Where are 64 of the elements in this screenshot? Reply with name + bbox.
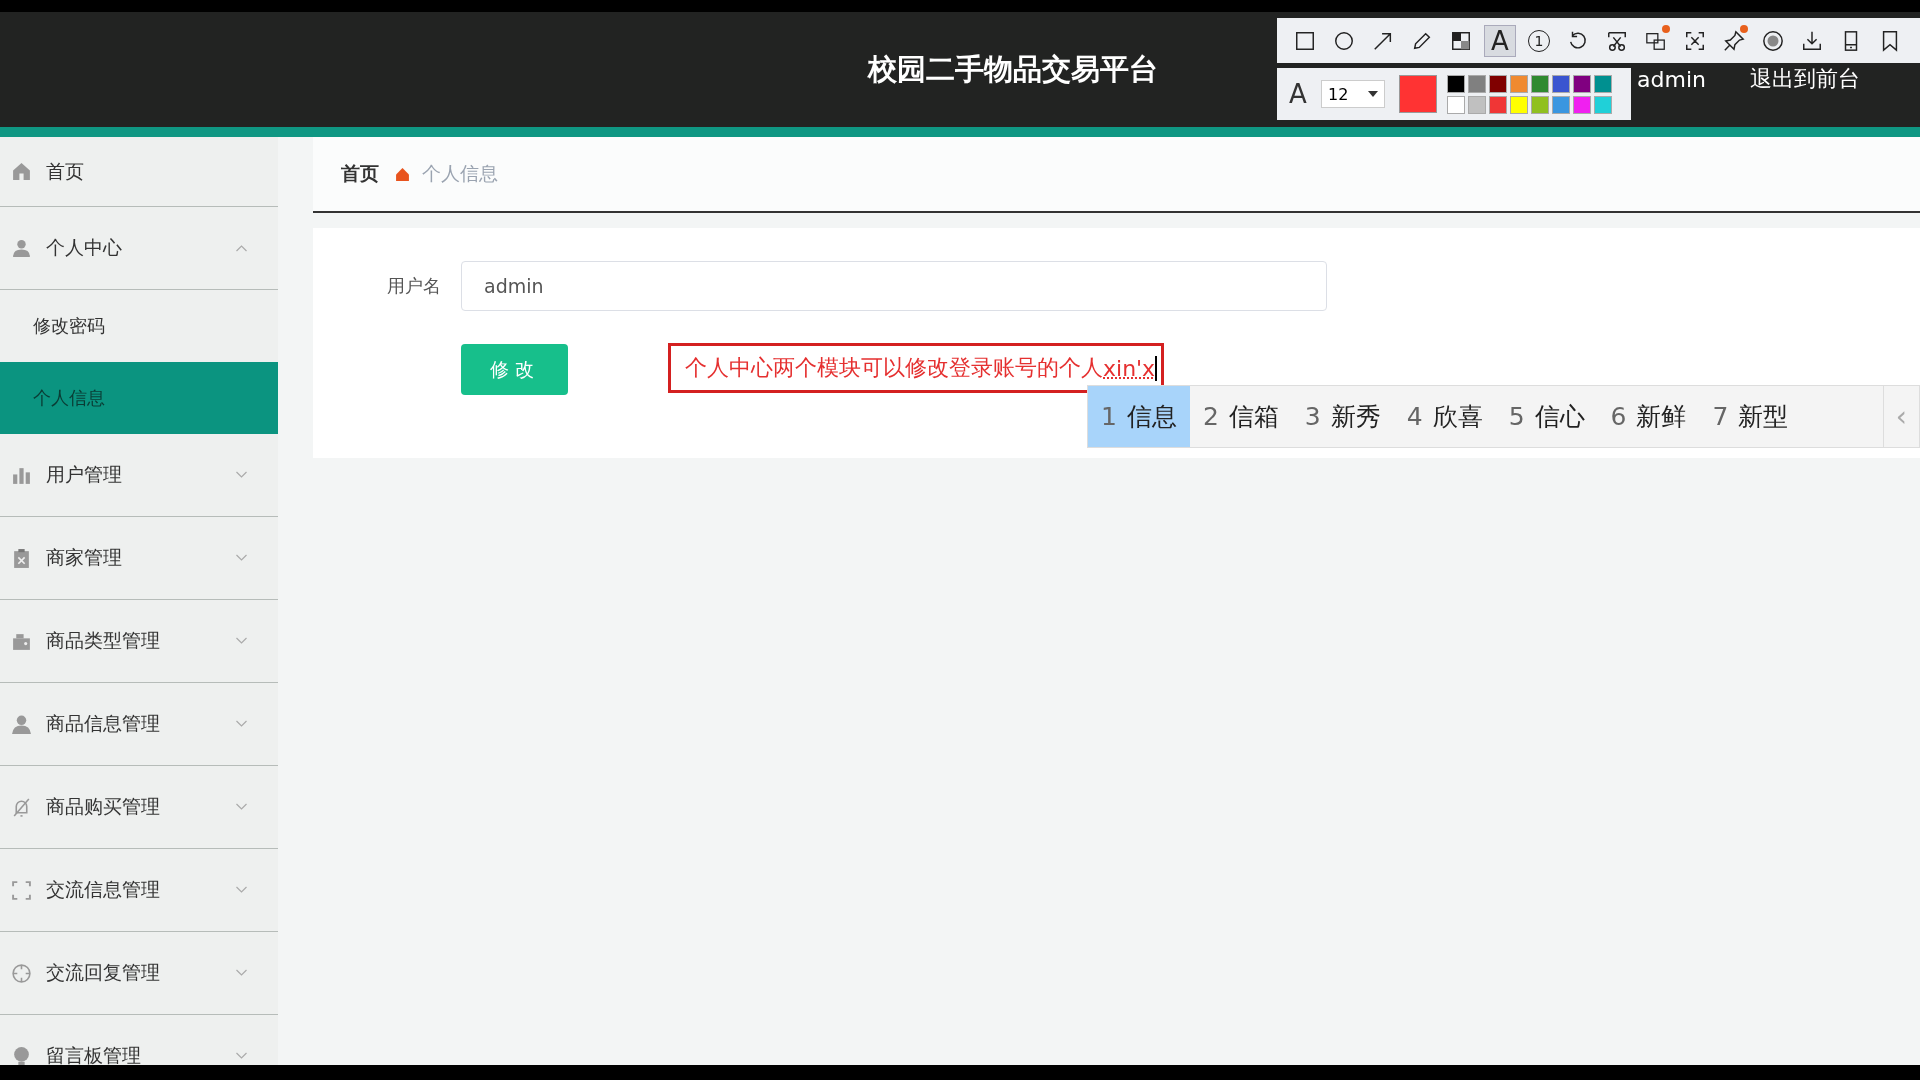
username-field[interactable]: admin bbox=[461, 261, 1327, 311]
color-swatch[interactable] bbox=[1531, 74, 1549, 93]
caret-icon bbox=[1368, 91, 1378, 97]
user-icon bbox=[11, 237, 32, 259]
font-size-dropdown[interactable]: 12 bbox=[1321, 80, 1385, 108]
color-swatch[interactable] bbox=[1594, 74, 1612, 93]
ime-candidate[interactable]: 1 信息 bbox=[1088, 386, 1190, 447]
field-label: 用户名 bbox=[386, 274, 442, 298]
color-swatch[interactable] bbox=[1510, 74, 1528, 93]
tool-button[interactable]: 1 bbox=[1523, 24, 1555, 57]
menu-item[interactable]: 商品类型管理 bbox=[0, 600, 278, 683]
circle-icon bbox=[1333, 29, 1355, 52]
menu-item[interactable]: 交流信息管理 bbox=[0, 849, 278, 932]
color-swatch[interactable] bbox=[1552, 74, 1570, 93]
header-link[interactable]: 退出到前台 bbox=[1750, 64, 1860, 94]
pin-icon bbox=[1723, 29, 1745, 52]
menu-item[interactable]: 商家管理 bbox=[0, 517, 278, 600]
download-icon bbox=[1801, 29, 1823, 52]
scan-icon bbox=[1684, 29, 1706, 52]
menu-item[interactable]: 交流回复管理 bbox=[0, 932, 278, 1015]
color-swatch[interactable] bbox=[1447, 74, 1465, 93]
color-swatch[interactable] bbox=[1573, 95, 1591, 114]
ime-candidate[interactable]: 4 欣喜 bbox=[1393, 386, 1496, 447]
color-swatch[interactable] bbox=[1594, 95, 1612, 114]
frame-icon bbox=[11, 879, 32, 901]
font-size-icon: A bbox=[1289, 79, 1311, 109]
menu-item[interactable]: 个人中心 bbox=[0, 207, 278, 290]
home-icon bbox=[11, 161, 32, 182]
record-icon bbox=[1762, 29, 1784, 52]
checker-icon bbox=[1450, 29, 1472, 52]
ime-candidate[interactable]: 2 信箱 bbox=[1189, 386, 1292, 447]
ime-candidate[interactable]: 5 信心 bbox=[1495, 386, 1598, 447]
person-icon bbox=[11, 713, 32, 735]
site-title: 校园二手物品交易平台 bbox=[868, 50, 1158, 88]
house-icon bbox=[395, 166, 410, 182]
undo-icon bbox=[1567, 29, 1589, 52]
color-swatch[interactable] bbox=[1573, 74, 1591, 93]
user-name: admin bbox=[1637, 66, 1706, 92]
menu-item[interactable]: 商品信息管理 bbox=[0, 683, 278, 766]
menu-item[interactable]: 用户管理 bbox=[0, 434, 278, 517]
color-swatch[interactable] bbox=[1447, 95, 1465, 114]
ime-candidate[interactable]: 6 新鲜 bbox=[1597, 386, 1700, 447]
clipboard-icon bbox=[11, 547, 32, 569]
color-swatch[interactable] bbox=[1552, 95, 1570, 114]
color-swatch[interactable] bbox=[1468, 95, 1486, 114]
ime-candidate[interactable]: 3 新秀 bbox=[1291, 386, 1394, 447]
crosshair-icon bbox=[11, 962, 32, 984]
scissors-icon bbox=[1606, 29, 1628, 52]
color-swatch[interactable] bbox=[1489, 95, 1507, 114]
bell-off-icon bbox=[11, 796, 32, 818]
ime-candidate[interactable]: 7 新型 bbox=[1699, 386, 1802, 447]
color-swatch[interactable] bbox=[1489, 74, 1507, 93]
square-icon bbox=[1294, 29, 1316, 52]
tool-button[interactable]: A bbox=[1484, 24, 1516, 57]
bulb-icon bbox=[11, 1045, 32, 1067]
breadcrumb-item: 个人信息 bbox=[422, 161, 498, 186]
menu-item[interactable]: 商品购买管理 bbox=[0, 766, 278, 849]
submenu-item[interactable]: 修改密码 bbox=[0, 290, 278, 362]
menu-item[interactable]: 首页 bbox=[0, 137, 278, 207]
breadcrumb-item[interactable]: 首页 bbox=[341, 161, 379, 187]
current-color-swatch[interactable] bbox=[1399, 75, 1437, 113]
color-swatch[interactable] bbox=[1468, 74, 1486, 93]
color-swatch[interactable] bbox=[1510, 95, 1528, 114]
color-swatch[interactable] bbox=[1531, 95, 1549, 114]
